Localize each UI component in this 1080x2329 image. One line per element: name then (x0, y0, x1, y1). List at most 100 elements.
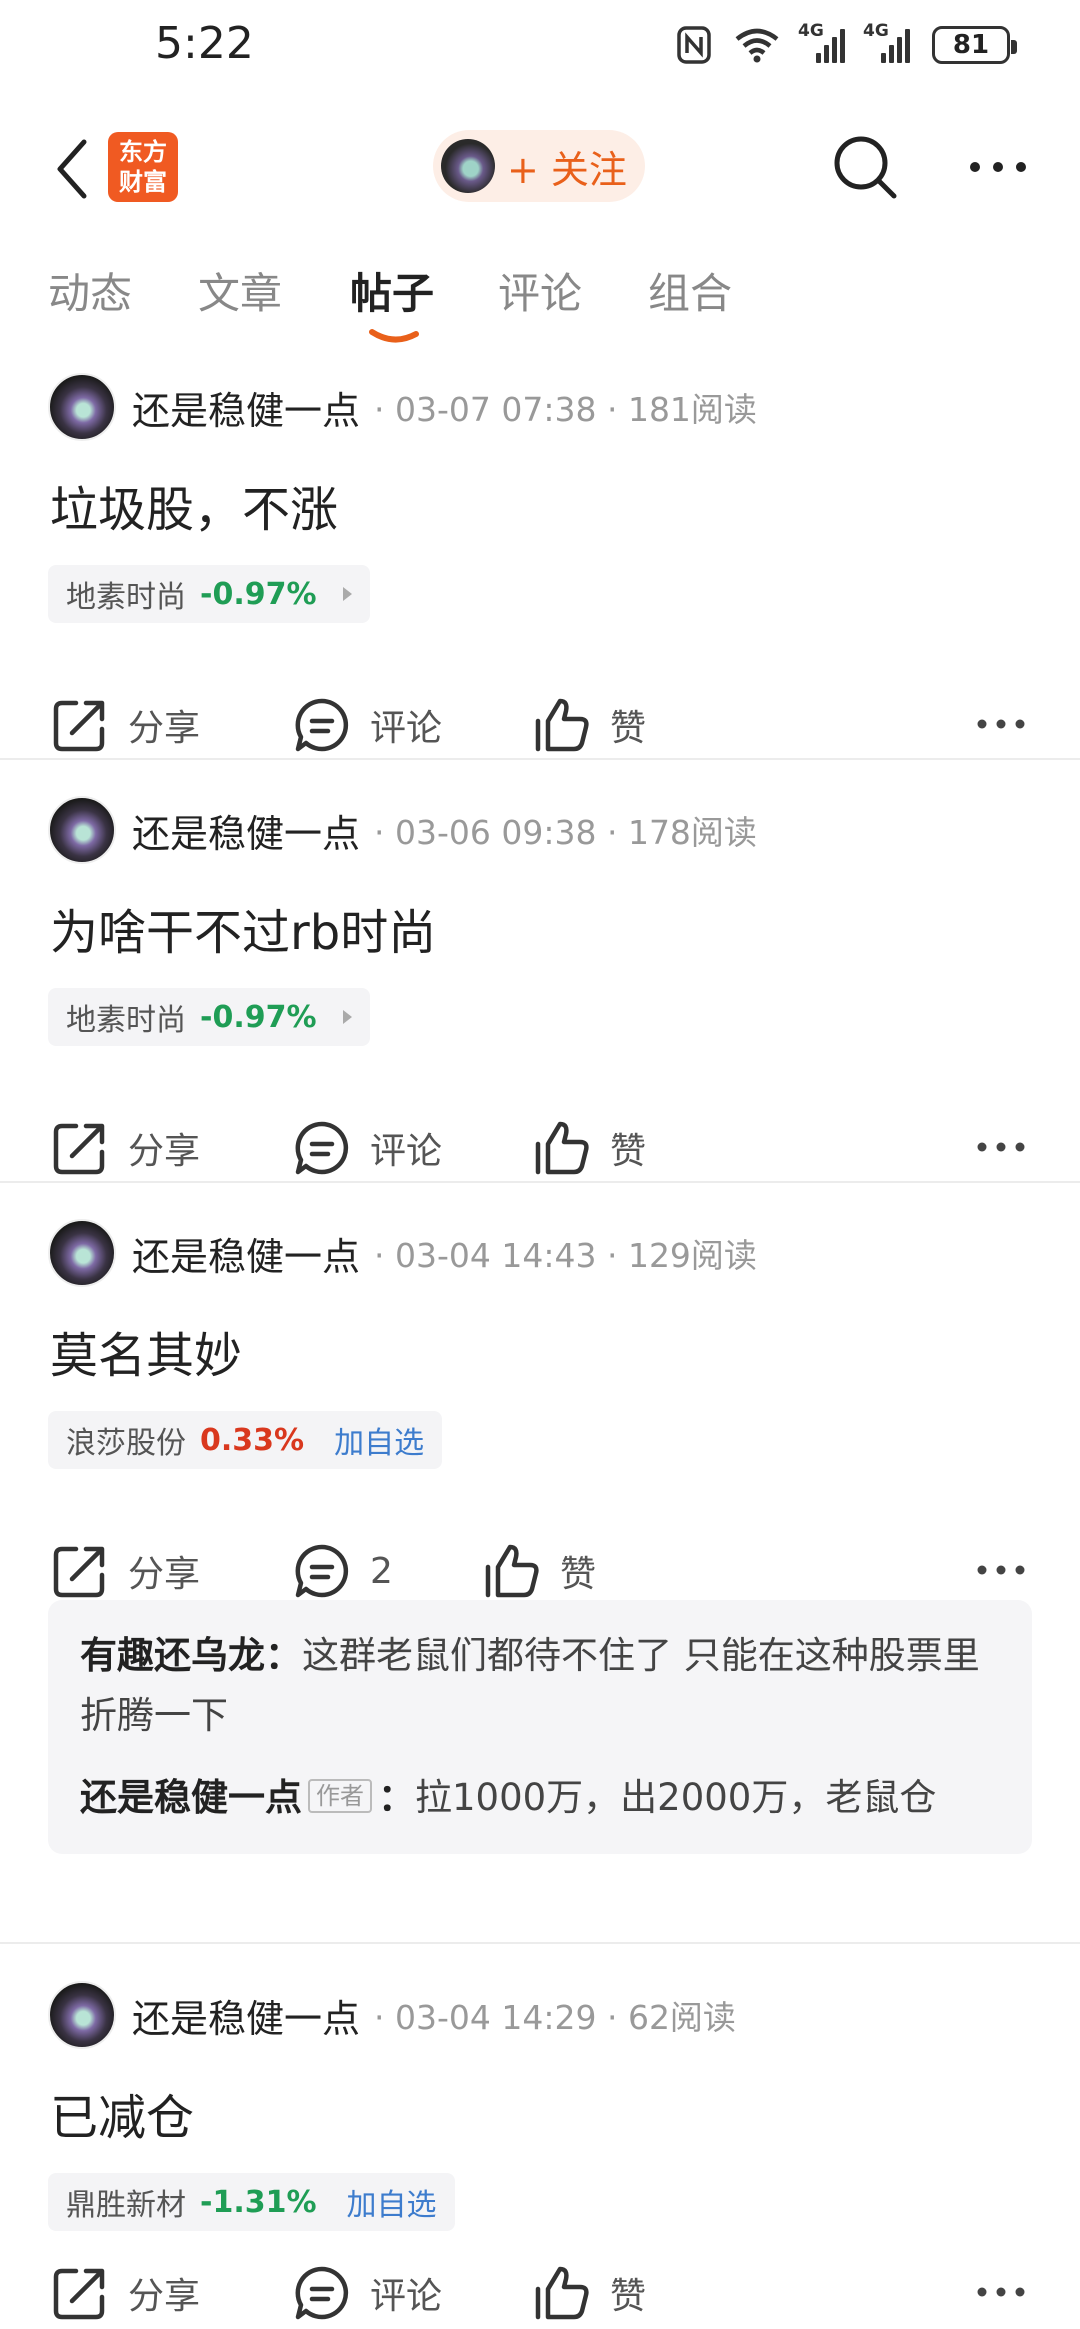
battery-icon: 81 (932, 26, 1017, 64)
post-title[interactable]: 莫名其妙 (50, 1316, 242, 1386)
stock-chip[interactable]: 地素时尚 -0.97% (48, 565, 370, 623)
share-label: 分享 (128, 708, 201, 749)
stock-change: -0.97% (200, 576, 317, 612)
post-title[interactable]: 垃圾股，不涨 (50, 470, 338, 540)
author-name[interactable]: 还是稳健一点 (132, 1988, 360, 2043)
follow-label: + 关注 (507, 147, 627, 192)
back-icon[interactable] (46, 134, 106, 204)
network-type-2: 4G (863, 21, 889, 41)
comment-icon (295, 1121, 349, 1175)
thumbs-up-icon (485, 1544, 539, 1598)
stock-change: -1.31% (200, 2184, 317, 2220)
author-badge: 作者 (308, 1779, 372, 1813)
more-icon[interactable] (976, 1141, 1026, 1153)
like-label: 赞 (610, 708, 647, 749)
post-actions: 分享 评论 赞 (0, 2258, 1080, 2328)
comment-user[interactable]: 还是稳健一点 (80, 1776, 302, 1819)
add-watchlist-button[interactable]: 加自选 (347, 2180, 437, 2224)
nfc-icon (677, 26, 711, 64)
more-icon[interactable] (968, 160, 1028, 174)
comment-button[interactable]: 2 (292, 1536, 393, 1606)
tab-portfolio[interactable]: 组合 (648, 260, 732, 321)
post-card[interactable]: 还是稳健一点 · 03-06 09:38 · 178阅读 为啥干不过rb时尚 地… (0, 795, 1080, 1183)
avatar[interactable] (48, 1981, 116, 2049)
like-label: 赞 (560, 1554, 597, 1595)
stock-chip[interactable]: 鼎胜新材 -1.31% 加自选 (48, 2173, 455, 2231)
like-button[interactable]: 赞 (532, 2258, 646, 2328)
post-title[interactable]: 已减仓 (50, 2078, 194, 2148)
post-card[interactable]: 还是稳健一点 · 03-04 14:43 · 129阅读 莫名其妙 浪莎股份 0… (0, 1218, 1080, 1938)
share-label: 分享 (128, 2276, 201, 2317)
follow-button[interactable]: + 关注 (433, 130, 645, 202)
comment-item: 有趣还乌龙：这群老鼠们都待不住了 只能在这种股票里折腾一下 (80, 1634, 980, 1737)
share-button[interactable]: 分享 (50, 1113, 200, 1183)
comment-label: 评论 (370, 708, 443, 749)
status-icons: 4G 4G 81 (676, 21, 1017, 68)
chevron-right-icon (342, 1010, 352, 1024)
comment-button[interactable]: 评论 (292, 2258, 442, 2328)
share-button[interactable]: 分享 (50, 690, 200, 760)
divider (0, 758, 1080, 760)
post-header: 还是稳健一点 · 03-07 07:38 · 181阅读 (48, 372, 757, 442)
comment-item: 还是稳健一点 作者 ：拉1000万，出2000万，老鼠仓 (80, 1776, 937, 1819)
status-time: 5:22 (155, 18, 254, 69)
divider (0, 1942, 1080, 1944)
comment-user[interactable]: 有趣还乌龙 (80, 1634, 265, 1677)
post-actions: 分享 评论 赞 (0, 1113, 1080, 1183)
more-icon[interactable] (976, 1564, 1026, 1576)
tab-posts[interactable]: 帖子 (350, 260, 434, 321)
share-label: 分享 (128, 1131, 201, 1172)
share-button[interactable]: 分享 (50, 1536, 200, 1606)
post-card[interactable]: 还是稳健一点 · 03-07 07:38 · 181阅读 垃圾股，不涨 地素时尚… (0, 372, 1080, 760)
stock-name: 地素时尚 (66, 1003, 186, 1038)
share-icon (53, 700, 105, 752)
network-type-1: 4G (798, 21, 824, 41)
share-icon (53, 1123, 105, 1175)
stock-name: 鼎胜新材 (66, 2188, 186, 2223)
battery-level: 81 (952, 30, 990, 60)
stock-name: 地素时尚 (66, 580, 186, 615)
thumbs-up-icon (535, 1121, 589, 1175)
comment-count: 2 (370, 1550, 393, 1592)
add-watchlist-button[interactable]: 加自选 (334, 1418, 424, 1462)
avatar[interactable] (48, 373, 116, 441)
more-icon[interactable] (976, 2286, 1026, 2298)
comment-button[interactable]: 评论 (292, 1113, 442, 1183)
active-tab-indicator (369, 329, 419, 343)
post-meta: · 03-04 14:29 · 62阅读 (374, 1998, 736, 2037)
tab-comments[interactable]: 评论 (498, 260, 582, 321)
comment-text: 拉1000万，出2000万，老鼠仓 (415, 1776, 937, 1819)
author-name[interactable]: 还是稳健一点 (132, 1226, 360, 1281)
avatar (441, 139, 495, 193)
post-card[interactable]: 还是稳健一点 · 03-04 14:29 · 62阅读 已减仓 鼎胜新材 -1.… (0, 1980, 1080, 2329)
author-name[interactable]: 还是稳健一点 (132, 803, 360, 858)
tab-articles[interactable]: 文章 (198, 260, 282, 321)
comment-button[interactable]: 评论 (292, 690, 442, 760)
app-logo: 东方 财富 (108, 132, 178, 202)
post-actions: 分享 2 赞 (0, 1536, 1080, 1606)
comment-icon (295, 1544, 349, 1598)
comment-preview[interactable]: 有趣还乌龙：这群老鼠们都待不住了 只能在这种股票里折腾一下 还是稳健一点 作者 ：拉… (48, 1600, 1032, 1854)
avatar[interactable] (48, 796, 116, 864)
like-button[interactable]: 赞 (482, 1536, 596, 1606)
share-label: 分享 (128, 1554, 201, 1595)
like-button[interactable]: 赞 (532, 690, 646, 760)
post-meta: · 03-04 14:43 · 129阅读 (374, 1236, 757, 1275)
stock-change: 0.33% (200, 1422, 305, 1458)
wifi-icon (735, 28, 779, 63)
signal-1-icon: 4G (798, 21, 845, 63)
share-button[interactable]: 分享 (50, 2258, 200, 2328)
stock-chip[interactable]: 浪莎股份 0.33% 加自选 (48, 1411, 443, 1469)
avatar[interactable] (48, 1219, 116, 1287)
like-button[interactable]: 赞 (532, 1113, 646, 1183)
stock-chip[interactable]: 地素时尚 -0.97% (48, 988, 370, 1046)
share-icon (53, 1546, 105, 1598)
divider (0, 1181, 1080, 1183)
author-name[interactable]: 还是稳健一点 (132, 380, 360, 435)
post-title[interactable]: 为啥干不过rb时尚 (50, 893, 436, 963)
comment-icon (295, 2266, 349, 2320)
signal-2-icon: 4G (863, 21, 910, 63)
more-icon[interactable] (976, 718, 1026, 730)
search-icon[interactable] (830, 132, 900, 202)
tab-dynamic[interactable]: 动态 (48, 260, 132, 321)
